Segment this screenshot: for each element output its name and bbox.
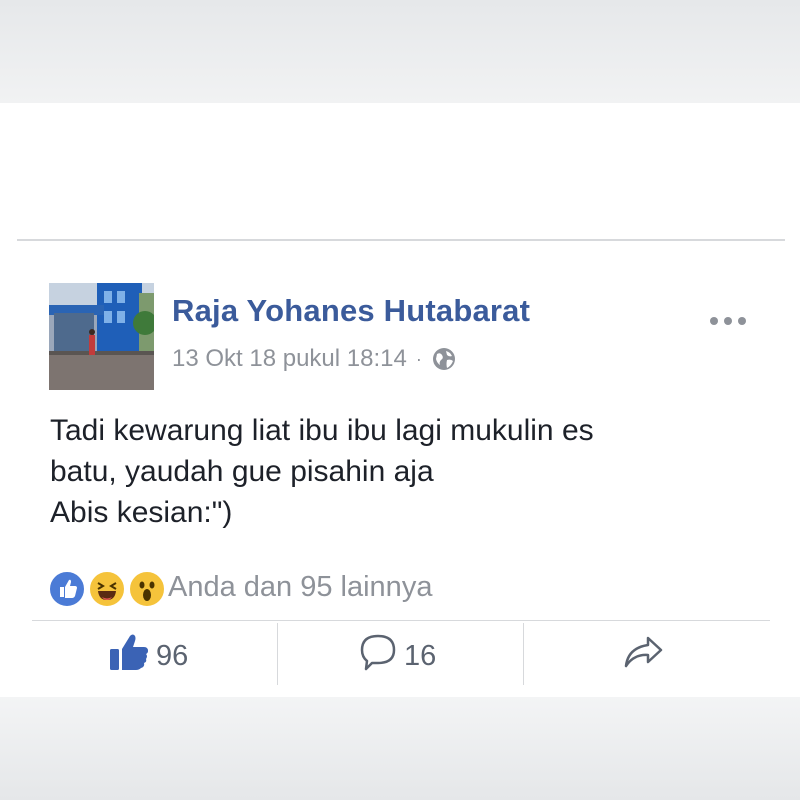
post-meta: 13 Okt 18 pukul 18:14 ·	[172, 344, 457, 374]
divider	[17, 239, 785, 241]
like-icon	[108, 632, 150, 680]
haha-reaction-icon	[88, 570, 126, 608]
avatar-photo	[49, 283, 154, 390]
background-bottom	[0, 697, 800, 800]
share-icon	[622, 634, 664, 678]
post-body-line: Abis kesian:")	[50, 496, 233, 529]
reaction-icons	[48, 568, 166, 608]
comment-count: 16	[404, 639, 437, 672]
post-body-line: Tadi kewarung liat ibu ibu lagi mukulin …	[50, 414, 594, 447]
globe-icon	[431, 346, 457, 372]
like-count: 96	[156, 639, 189, 672]
reaction-summary[interactable]: Anda dan 95 lainnya	[168, 571, 432, 604]
comment-button[interactable]: 16	[358, 632, 437, 680]
post-timestamp[interactable]: 13 Okt 18 pukul 18:14	[172, 345, 407, 373]
like-reaction-icon	[48, 570, 86, 608]
reactions-row[interactable]: Anda dan 95 lainnya	[48, 568, 432, 608]
like-button[interactable]: 96	[108, 632, 189, 680]
author-name[interactable]: Raja Yohanes Hutabarat	[172, 293, 530, 329]
avatar[interactable]	[49, 283, 154, 390]
post-card: Raja Yohanes Hutabarat 13 Okt 18 pukul 1…	[0, 103, 800, 697]
share-button[interactable]	[622, 635, 664, 677]
comment-icon	[358, 632, 398, 680]
action-separator	[523, 623, 524, 685]
more-options-icon[interactable]	[704, 309, 752, 333]
post-body-line: batu, yaudah gue pisahin aja	[50, 455, 434, 488]
wow-reaction-icon	[128, 570, 166, 608]
meta-separator: ·	[415, 348, 422, 369]
divider	[32, 620, 770, 621]
background-top	[0, 0, 800, 103]
action-separator	[277, 623, 278, 685]
post-body: Tadi kewarung liat ibu ibu lagi mukulin …	[50, 410, 750, 533]
